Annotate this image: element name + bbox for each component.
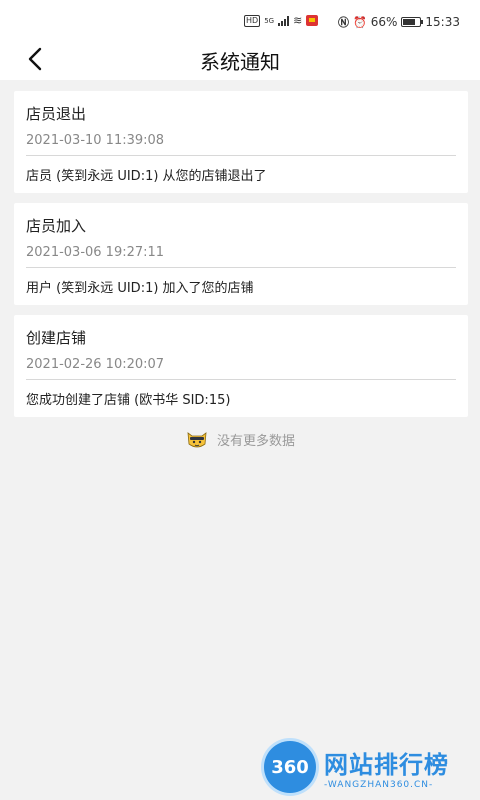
notification-card[interactable]: 店员加入 2021-03-06 19:27:11 用户 (笑到永远 UID:1)… — [14, 203, 468, 305]
signal-icon — [278, 15, 290, 26]
notification-card[interactable]: 店员退出 2021-03-10 11:39:08 店员 (笑到永远 UID:1)… — [14, 91, 468, 193]
page-title: 系统通知 — [200, 50, 280, 74]
nav-bar: 系统通知 — [0, 40, 480, 80]
app-notification-icon — [306, 15, 319, 26]
notification-title: 创建店铺 — [26, 329, 87, 347]
notification-message: 用户 (笑到永远 UID:1) 加入了您的店铺 — [26, 281, 254, 296]
notification-list: 店员退出 2021-03-10 11:39:08 店员 (笑到永远 UID:1)… — [14, 91, 468, 427]
notification-time: 2021-03-10 11:39:08 — [26, 133, 165, 148]
watermark-text: 网站排行榜 -WANGZHAN360.CN- — [324, 745, 449, 790]
watermark-subtitle: -WANGZHAN360.CN- — [324, 779, 434, 790]
alarm-icon: ⏰ — [353, 15, 367, 29]
no-more-data-text: 没有更多数据 — [216, 433, 295, 449]
divider — [26, 155, 456, 156]
notification-time: 2021-02-26 10:20:07 — [26, 357, 165, 372]
watermark-title: 网站排行榜 — [324, 750, 449, 779]
notification-card[interactable]: 创建店铺 2021-02-26 10:20:07 您成功创建了店铺 (欧书华 S… — [14, 315, 468, 417]
hd-icon: HD — [244, 14, 261, 27]
notification-title: 店员退出 — [26, 105, 87, 123]
watermark-logo: 360 — [264, 741, 316, 793]
notification-message: 店员 (笑到永远 UID:1) 从您的店铺退出了 — [26, 169, 267, 184]
wifi-icon: ≋ — [293, 14, 303, 27]
mascot-icon — [187, 432, 207, 448]
clock: 15:33 — [425, 15, 460, 29]
divider — [26, 267, 456, 268]
status-bar: HD 5G ≋ Ⓝ ⏰ 66% 15:33 — [0, 0, 480, 40]
network-type-label: 5G — [264, 16, 275, 25]
notification-title: 店员加入 — [26, 217, 87, 235]
notification-message: 您成功创建了店铺 (欧书华 SID:15) — [26, 393, 231, 408]
status-right-icons: Ⓝ ⏰ 66% 15:33 — [338, 14, 460, 30]
divider — [26, 379, 456, 380]
battery-percent: 66% — [370, 15, 398, 29]
watermark: 360 网站排行榜 -WANGZHAN360.CN- — [264, 738, 474, 796]
status-left-icons: HD 5G ≋ — [244, 14, 319, 27]
notification-time: 2021-03-06 19:27:11 — [26, 245, 165, 260]
battery-icon — [401, 17, 424, 27]
no-more-data-hint: 没有更多数据 — [0, 426, 480, 452]
nfc-icon: Ⓝ — [338, 16, 350, 29]
